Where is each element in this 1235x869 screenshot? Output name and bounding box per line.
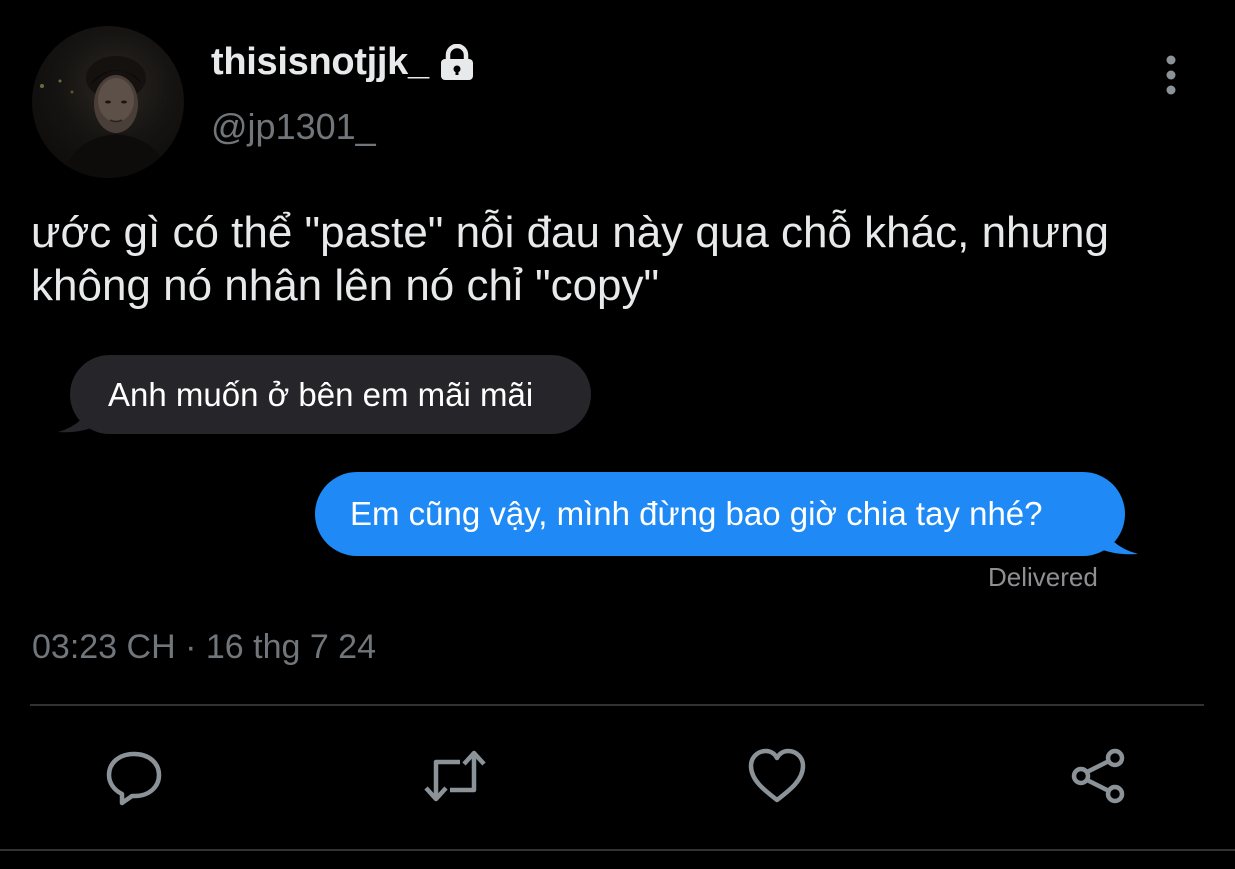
received-message-bubble: Anh muốn ở bên em mãi mãi <box>70 355 591 434</box>
tweet-timestamp[interactable]: 03:23 CH · 16 thg 7 24 <box>32 628 376 667</box>
heart-icon <box>746 747 808 805</box>
divider <box>30 704 1204 706</box>
reply-button[interactable] <box>102 744 166 808</box>
like-button[interactable] <box>745 744 809 808</box>
reply-icon <box>104 746 164 806</box>
bottom-divider <box>0 849 1235 851</box>
retweet-button[interactable] <box>423 744 487 808</box>
delivered-status: Delivered <box>988 562 1098 592</box>
retweet-icon <box>422 748 488 804</box>
received-message-text: Anh muốn ở bên em mãi mãi <box>108 375 534 413</box>
share-button[interactable] <box>1067 744 1131 808</box>
sent-message-text: Em cũng vậy, mình đừng bao giờ chia tay … <box>350 495 1043 532</box>
sent-message-bubble: Em cũng vậy, mình đừng bao giờ chia tay … <box>315 472 1125 556</box>
share-icon <box>1069 746 1129 806</box>
bubble-tails <box>58 400 1138 555</box>
